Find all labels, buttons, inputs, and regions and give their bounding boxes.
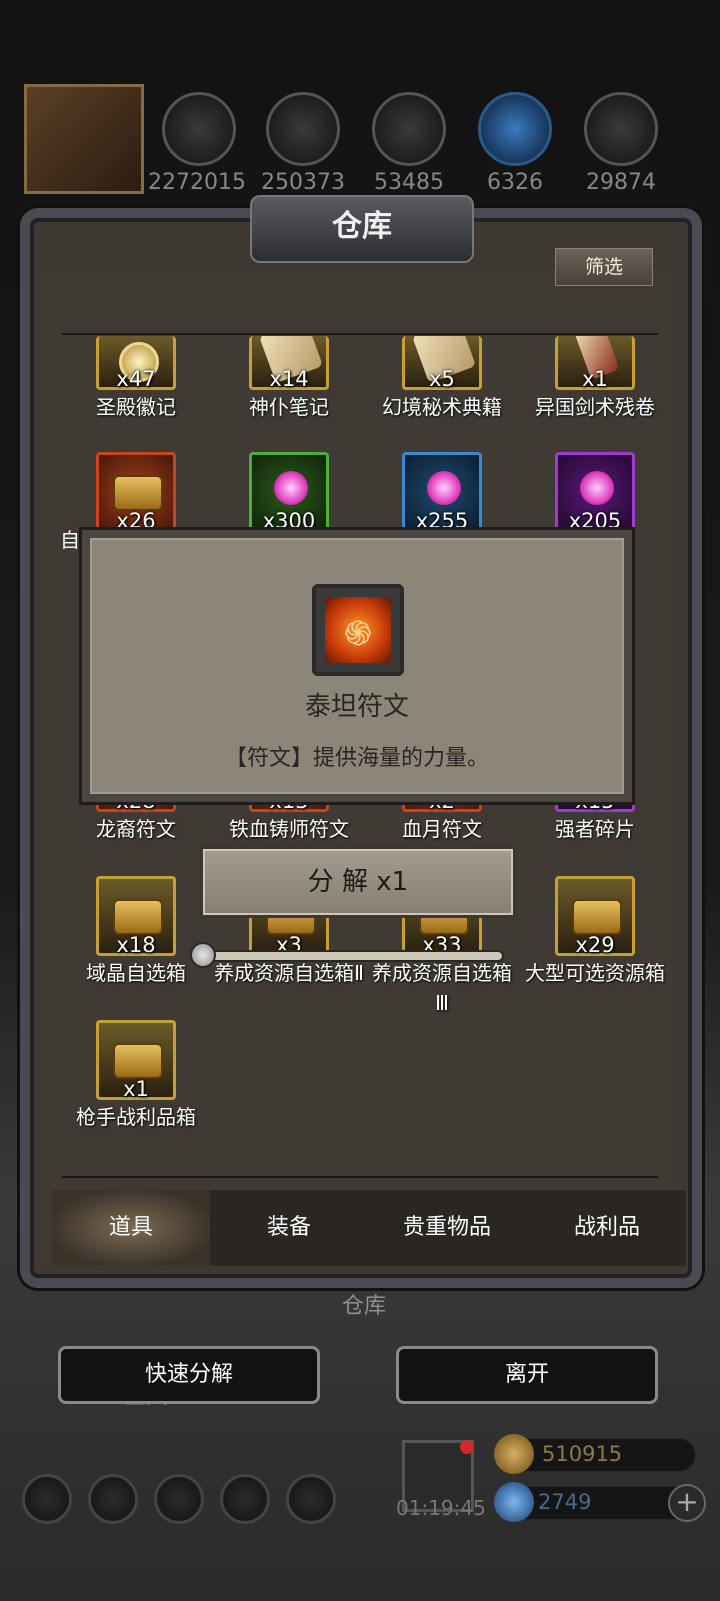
item-count: x5 [429, 367, 455, 391]
meat-icon [162, 92, 236, 166]
iron-icon [372, 92, 446, 166]
gold-value: 510915 [542, 1442, 623, 1466]
item-name: 大型可选资源箱 [525, 961, 665, 985]
wood-value: 250373 [261, 170, 345, 195]
chest-icon [113, 475, 163, 511]
item-large-resource-box[interactable]: x29 大型可选资源箱 [520, 876, 666, 988]
item-name: 域晶自选箱 [86, 961, 186, 985]
item-count: x29 [575, 933, 615, 957]
item-name: 枪手战利品箱 [76, 1105, 196, 1129]
notification-dot [460, 1440, 474, 1454]
item-name: 血月符文 [402, 817, 482, 841]
leave-button[interactable]: 离开 [396, 1346, 658, 1404]
rune-glyph-icon: ֍ [344, 614, 372, 654]
gem-icon [494, 1482, 534, 1522]
tab-loot[interactable]: 战利品 [528, 1190, 686, 1266]
orb-icon [427, 471, 461, 505]
item-chest-red[interactable]: x26 [61, 452, 211, 533]
crystal-value: 6326 [487, 170, 543, 195]
decompose-button[interactable]: 分 解 x1 [200, 846, 516, 918]
item-icon-frame: x1 [96, 1020, 176, 1101]
item-foreign-sword-scroll[interactable]: x1 异国剑术残卷 [520, 336, 666, 422]
wood-icon [266, 92, 340, 166]
tab-equipment[interactable]: 装备 [210, 1190, 368, 1266]
item-domain-crystal-box[interactable]: x18 域晶自选箱 [61, 876, 211, 988]
item-name-partial: 自 [60, 528, 80, 552]
filter-button[interactable]: 筛选 [555, 248, 653, 286]
category-tabs: 道具 装备 贵重物品 战利品 [52, 1190, 686, 1266]
item-name: 异国剑术残卷 [535, 395, 655, 419]
item-name: 神仆笔记 [249, 395, 329, 419]
item-icon-frame: x255 [402, 452, 482, 533]
popup-item-description: 【符文】提供海量的力量。 [224, 746, 489, 771]
bg-warehouse-label: 仓库 [342, 1294, 387, 1319]
menu-icon[interactable] [154, 1474, 204, 1524]
settings-icon[interactable] [22, 1474, 72, 1524]
titan-rune-icon: ֍ [312, 584, 404, 676]
item-icon-frame: x1 [555, 336, 635, 391]
item-count: x14 [269, 367, 309, 391]
chest-icon [572, 899, 622, 935]
item-icon-frame: x47 [96, 336, 176, 391]
item-orb-purple[interactable]: x205 [520, 452, 666, 533]
item-name: 铁血铸师符文 [229, 817, 349, 841]
item-icon-frame: x18 [96, 876, 176, 957]
item-count: x47 [116, 367, 156, 391]
quantity-slider-thumb[interactable] [190, 942, 216, 968]
item-name: 圣殿徽记 [96, 395, 176, 419]
player-avatar[interactable] [24, 84, 144, 194]
add-gems-icon[interactable]: + [668, 1484, 706, 1522]
gold-coin-icon [494, 1434, 534, 1474]
item-name: 养成资源自选箱Ⅱ [214, 961, 364, 985]
popup-item-name: 泰坦符文 [304, 692, 409, 722]
item-orb-blue[interactable]: x255 [367, 452, 517, 533]
item-icon-frame: x205 [555, 452, 635, 533]
stone-icon [584, 92, 658, 166]
item-count: x1 [123, 1077, 149, 1101]
item-name: 养成资源自选箱Ⅲ [372, 961, 512, 1015]
mail-icon[interactable] [220, 1474, 270, 1524]
item-servant-notes[interactable]: x14 神仆笔记 [214, 336, 364, 422]
gift-timer: 01:19:45 [396, 1496, 486, 1520]
item-name: 强者碎片 [555, 817, 635, 841]
item-icon-frame: x26 [96, 452, 176, 533]
item-icon-frame: x29 [555, 876, 635, 957]
panel-title: 仓库 [250, 195, 474, 263]
item-name: 幻境秘术典籍 [382, 395, 502, 419]
gem-value: 2749 [538, 1490, 592, 1514]
item-icon-frame: x14 [249, 336, 329, 391]
item-temple-emblem[interactable]: x47 圣殿徽记 [61, 336, 211, 422]
rune-icon-inner: ֍ [325, 597, 391, 663]
divider-top [62, 333, 658, 335]
quick-decompose-button[interactable]: 快速分解 [58, 1346, 320, 1404]
item-gunner-loot-box[interactable]: x1 枪手战利品箱 [61, 1020, 211, 1132]
quantity-slider-track[interactable] [204, 950, 504, 962]
meat-value: 2272015 [148, 170, 246, 195]
orb-icon [274, 471, 308, 505]
item-icon-frame: x5 [402, 336, 482, 391]
item-count: x1 [582, 367, 608, 391]
item-icon-frame: x300 [249, 452, 329, 533]
item-count: x18 [116, 933, 156, 957]
divider-bottom [62, 1176, 658, 1178]
iron-value: 53485 [374, 170, 444, 195]
star-icon[interactable] [88, 1474, 138, 1524]
guild-icon[interactable] [286, 1474, 336, 1524]
tab-items[interactable]: 道具 [52, 1190, 210, 1266]
tab-valuables[interactable]: 贵重物品 [368, 1190, 526, 1266]
crystal-icon [478, 92, 552, 166]
item-mirage-tome[interactable]: x5 幻境秘术典籍 [367, 336, 517, 422]
stone-value: 29874 [586, 170, 656, 195]
orb-icon [580, 471, 614, 505]
item-orb-green[interactable]: x300 [214, 452, 364, 533]
item-name: 龙裔符文 [96, 817, 176, 841]
chest-icon [113, 1043, 163, 1079]
chest-icon [113, 899, 163, 935]
